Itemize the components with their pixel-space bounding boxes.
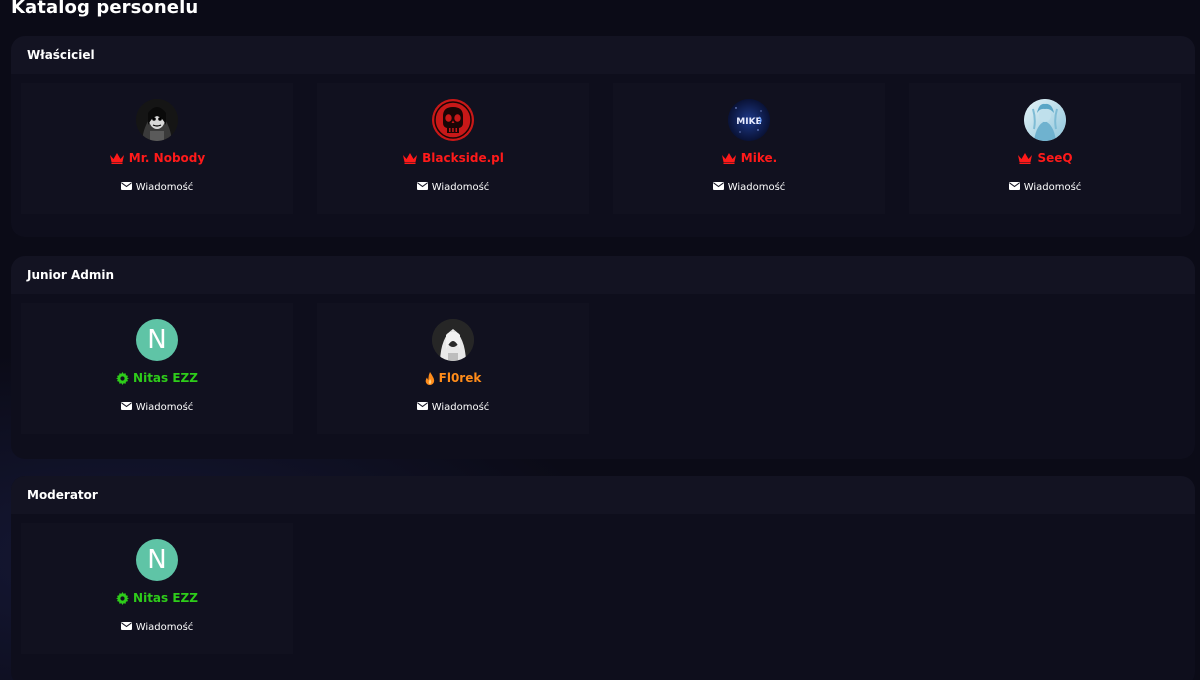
member-name-label: SeeQ: [1037, 151, 1073, 165]
envelope-icon: [416, 182, 428, 193]
staff-card: N Nitas EZZ Wiadomość: [21, 303, 293, 434]
avatar[interactable]: N: [136, 319, 178, 361]
member-name[interactable]: Mike.: [721, 151, 777, 165]
crown-icon: [109, 152, 125, 164]
section-junior-admin: Junior Admin N Nitas EZZ Wiadomość Fl0re…: [11, 256, 1195, 459]
message-label: Wiadomość: [135, 402, 194, 413]
envelope-icon: [712, 182, 724, 193]
section-title: Junior Admin: [11, 256, 1195, 294]
section-owner: Właściciel Mr. Nobody Wiadomość Blacksid…: [11, 36, 1195, 237]
member-name-label: Nitas EZZ: [133, 371, 198, 385]
message-label: Wiadomość: [727, 182, 786, 193]
message-button[interactable]: Wiadomość: [416, 402, 490, 413]
message-button[interactable]: Wiadomość: [416, 182, 490, 193]
message-button[interactable]: Wiadomość: [712, 182, 786, 193]
message-label: Wiadomość: [431, 182, 490, 193]
avatar-text: MIKE: [736, 117, 761, 127]
avatar[interactable]: [136, 99, 178, 141]
message-label: Wiadomość: [431, 402, 490, 413]
crown-icon: [721, 152, 737, 164]
gear-icon: [116, 371, 130, 385]
member-name-label: Mr. Nobody: [128, 151, 206, 165]
avatar-letter: N: [147, 325, 167, 355]
crown-icon: [402, 152, 418, 164]
envelope-icon: [120, 182, 132, 193]
member-name[interactable]: Nitas EZZ: [116, 371, 198, 385]
page-title: Katalog personelu: [11, 0, 199, 18]
staff-card: Blackside.pl Wiadomość: [317, 83, 589, 214]
section-title: Właściciel: [11, 36, 1195, 74]
message-button[interactable]: Wiadomość: [120, 182, 194, 193]
avatar-letter: N: [147, 545, 167, 575]
section-moderator: Moderator N Nitas EZZ Wiadomość: [11, 476, 1195, 680]
message-button[interactable]: Wiadomość: [1008, 182, 1082, 193]
avatar[interactable]: [1024, 99, 1066, 141]
envelope-icon: [120, 622, 132, 633]
message-button[interactable]: Wiadomość: [120, 402, 194, 413]
gear-icon: [116, 591, 130, 605]
avatar[interactable]: N: [136, 539, 178, 581]
envelope-icon: [120, 402, 132, 413]
member-name[interactable]: Blackside.pl: [402, 151, 504, 165]
avatar[interactable]: MIKE: [728, 99, 770, 141]
message-label: Wiadomość: [135, 622, 194, 633]
member-name[interactable]: Mr. Nobody: [109, 151, 205, 165]
avatar[interactable]: [432, 99, 474, 141]
staff-card: Mr. Nobody Wiadomość: [21, 83, 293, 214]
message-label: Wiadomość: [1023, 182, 1082, 193]
fire-icon: [425, 371, 435, 385]
staff-card: N Nitas EZZ Wiadomość: [21, 523, 293, 654]
member-name[interactable]: SeeQ: [1017, 151, 1073, 165]
crown-icon: [1017, 152, 1033, 164]
message-label: Wiadomość: [135, 182, 194, 193]
envelope-icon: [416, 402, 428, 413]
member-name-label: Fl0rek: [438, 371, 482, 385]
staff-card: MIKE Mike. Wiadomość: [613, 83, 885, 214]
message-button[interactable]: Wiadomość: [120, 622, 194, 633]
member-name-label: Blackside.pl: [422, 151, 504, 165]
section-title: Moderator: [11, 476, 1195, 514]
member-name-label: Nitas EZZ: [133, 591, 198, 605]
member-name[interactable]: Nitas EZZ: [116, 591, 198, 605]
avatar[interactable]: [432, 319, 474, 361]
staff-card: SeeQ Wiadomość: [909, 83, 1181, 214]
envelope-icon: [1008, 182, 1020, 193]
member-name-label: Mike.: [740, 151, 778, 165]
member-name[interactable]: Fl0rek: [425, 371, 482, 385]
staff-card: Fl0rek Wiadomość: [317, 303, 589, 434]
